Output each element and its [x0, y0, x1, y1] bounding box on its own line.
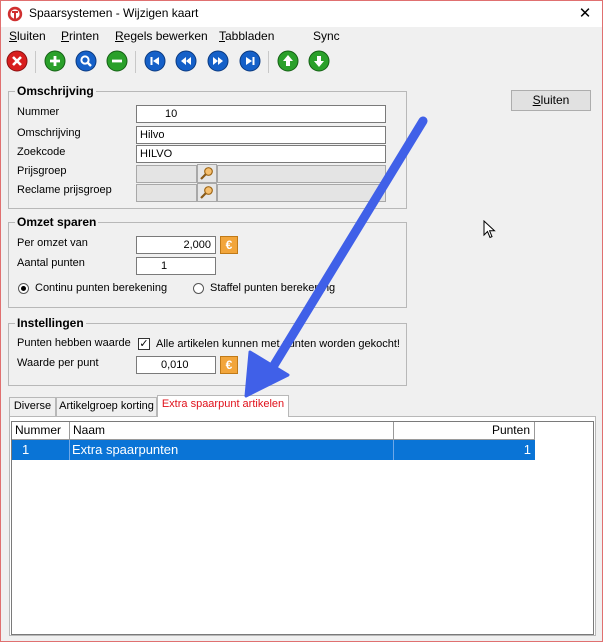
magnifier-icon — [200, 167, 213, 180]
omschrijving-field[interactable]: Hilvo — [136, 126, 386, 144]
alle-artikelen-label: Alle artikelen kunnen met punten worden … — [156, 338, 400, 350]
magnifier-icon — [200, 186, 213, 199]
prijsgroep-lookup-button[interactable] — [197, 164, 217, 183]
tab-artikelgroep-korting[interactable]: Artikelgroep korting — [56, 397, 157, 416]
aantal-punten-label: Aantal punten — [17, 257, 85, 269]
menu-printen[interactable]: Printen — [61, 29, 99, 43]
nummer-label: Nummer — [17, 106, 60, 118]
aantal-punten-field[interactable]: 1 — [136, 257, 216, 275]
cell-naam: Extra spaarpunten — [70, 440, 394, 460]
title-bar: Spaarsystemen - Wijzigen kaart ✕ — [1, 1, 602, 27]
reclame-prijsgroep-field[interactable] — [136, 184, 197, 202]
toolbar — [1, 47, 602, 77]
euro-icon[interactable]: € — [220, 236, 238, 254]
toolbar-separator — [268, 51, 269, 73]
per-omzet-field[interactable]: 2,000 — [136, 236, 216, 254]
cell-nummer: 1 — [12, 440, 70, 460]
reclame-prijsgroep-lookup-button[interactable] — [197, 183, 217, 202]
group-title: Instellingen — [15, 316, 86, 330]
sluiten-button[interactable]: Sluiten — [511, 90, 591, 111]
menu-tabbladen[interactable]: Tabbladen — [219, 29, 274, 43]
staffel-label: Staffel punten berekening — [210, 282, 336, 294]
zoekcode-field[interactable]: HILVO — [136, 145, 386, 163]
zoekcode-label: Zoekcode — [17, 146, 66, 158]
menu-regels-bewerken[interactable]: Regels bewerken — [115, 29, 208, 43]
reclame-prijsgroep-label: Reclame prijsgroep — [17, 184, 112, 196]
first-record-icon[interactable] — [144, 50, 166, 72]
column-header-punten[interactable]: Punten — [394, 422, 535, 440]
cell-punten: 1 — [523, 442, 531, 457]
last-record-icon[interactable] — [239, 50, 261, 72]
prijsgroep-label: Prijsgroep — [17, 165, 67, 177]
next-record-icon[interactable] — [207, 50, 229, 72]
punten-waarde-label: Punten hebben waarde — [17, 337, 131, 349]
prijsgroep-description — [217, 165, 386, 183]
omschrijving-label: Omschrijving — [17, 127, 81, 139]
window-title: Spaarsystemen - Wijzigen kaart — [29, 6, 199, 20]
nummer-field[interactable]: 10 — [136, 105, 386, 123]
group-title: Omzet sparen — [15, 215, 99, 229]
tab-extra-spaarpunt-artikelen[interactable]: Extra spaarpunt artikelen — [157, 395, 289, 417]
waarde-per-punt-field[interactable]: 0,010 — [136, 356, 216, 374]
group-title: Omschrijving — [15, 84, 96, 98]
menu-sluiten[interactable]: Sluiten — [9, 29, 46, 43]
per-omzet-label: Per omzet van — [17, 237, 88, 249]
menu-bar: Sluiten Printen Regels bewerken Tabblade… — [1, 27, 602, 46]
column-header-naam[interactable]: Naam — [70, 422, 394, 440]
euro-icon[interactable]: € — [220, 356, 238, 374]
continu-radio[interactable] — [18, 283, 29, 294]
tab-diverse[interactable]: Diverse — [9, 397, 56, 416]
toolbar-separator — [135, 51, 136, 73]
window-close-button[interactable]: ✕ — [571, 3, 599, 25]
points-grid[interactable]: Nummer Naam Punten 1 Extra spaarpunten 1 — [11, 421, 594, 635]
staffel-radio[interactable] — [193, 283, 204, 294]
toolbar-separator — [35, 51, 36, 73]
previous-record-icon[interactable] — [175, 50, 197, 72]
menu-sync[interactable]: Sync — [313, 29, 340, 43]
prijsgroep-field[interactable] — [136, 165, 197, 183]
mouse-cursor-icon — [483, 220, 496, 239]
remove-icon[interactable] — [106, 50, 128, 72]
instellingen-group: Instellingen — [8, 316, 407, 386]
main-window: Spaarsystemen - Wijzigen kaart ✕ Sluiten… — [0, 0, 603, 642]
reclame-prijsgroep-description — [217, 184, 386, 202]
app-icon — [7, 6, 23, 22]
column-header-nummer[interactable]: Nummer — [12, 422, 70, 440]
continu-label: Continu punten berekening — [35, 282, 168, 294]
alle-artikelen-checkbox[interactable]: ✓ — [138, 338, 150, 350]
move-down-icon[interactable] — [308, 50, 330, 72]
add-icon[interactable] — [44, 50, 66, 72]
waarde-per-punt-label: Waarde per punt — [17, 357, 99, 369]
move-up-icon[interactable] — [277, 50, 299, 72]
close-record-icon[interactable] — [6, 50, 28, 72]
table-row[interactable]: 1 Extra spaarpunten 1 — [12, 440, 535, 460]
search-icon[interactable] — [75, 50, 97, 72]
